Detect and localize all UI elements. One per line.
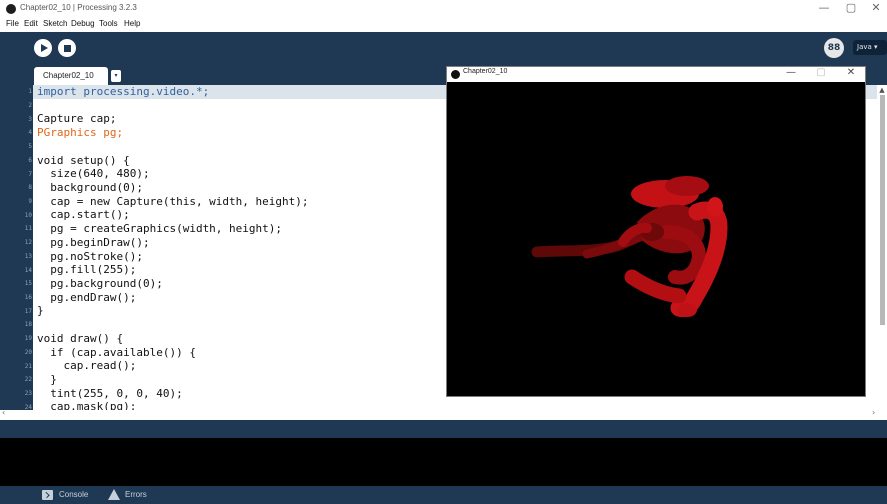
mode-selector[interactable]: Java ▾ [853,40,887,55]
line-number: 17 [24,308,32,315]
sketch-canvas[interactable] [447,82,865,396]
processing-app-icon [6,4,16,14]
code-line: void draw() { [37,332,124,345]
window-title-bar: Chapter02_10 | Processing 3.2.3 — ▢ ✕ [0,0,887,18]
scroll-right-icon[interactable]: › [872,408,875,417]
run-button[interactable] [34,39,52,57]
code-line: pg = createGraphics(width, height); [37,222,283,235]
line-number: 11 [24,225,32,232]
scroll-up-icon[interactable]: ▲ [877,86,887,94]
horizontal-scrollbar[interactable] [0,410,887,420]
code-line: cap.mask(pg); [37,400,137,410]
vertical-scroll-thumb[interactable] [880,95,885,325]
errors-tab[interactable]: Errors [125,486,147,504]
code-line: import processing.video.*; [37,85,210,98]
menu-help[interactable]: Help [124,19,140,28]
menu-file[interactable]: File [6,19,19,28]
line-number: 5 [28,143,32,150]
red-motion-trail [531,176,728,317]
line-number: 2 [28,102,32,109]
code-line: pg.background(0); [37,277,163,290]
console-output[interactable] [0,438,887,486]
scroll-left-icon[interactable]: ‹ [2,408,5,417]
line-number: 4 [28,129,32,136]
code-line: if (cap.available()) { [37,346,196,359]
code-line: void setup() { [37,154,130,167]
code-line: pg.noStroke(); [37,250,143,263]
maximize-icon[interactable]: ▢ [841,1,861,14]
debugger-button[interactable]: 88 [824,38,844,58]
minimize-icon[interactable]: — [814,1,834,14]
line-number: 19 [24,335,32,342]
console-tab[interactable]: Console [59,486,88,504]
line-number: 8 [28,184,32,191]
stop-button[interactable] [58,39,76,57]
code-line: size(640, 480); [37,167,150,180]
window-title: Chapter02_10 | Processing 3.2.3 [20,3,137,12]
warning-icon [108,489,120,500]
line-number: 6 [28,157,32,164]
code-line: pg.fill(255); [37,263,137,276]
line-number: 9 [28,198,32,205]
console-icon [42,490,53,500]
line-number: 20 [24,349,32,356]
code-line: } [37,304,44,317]
message-area [0,420,887,438]
code-line: } [37,373,57,386]
tab-menu-arrow-icon[interactable]: ▾ [111,70,121,82]
line-number: 3 [28,116,32,123]
line-number: 1 [28,88,32,95]
sketch-close-icon[interactable]: ✕ [842,67,860,78]
sketch-window-title: Chapter02_10 [463,68,508,75]
code-line: cap = new Capture(this, width, height); [37,195,309,208]
menu-debug[interactable]: Debug [71,19,95,28]
code-line: cap.start(); [37,208,130,221]
toolbar [0,32,887,67]
sketch-title-bar[interactable] [447,67,865,82]
menu-tools[interactable]: Tools [99,19,118,28]
sketch-app-icon [451,70,460,79]
menu-sketch[interactable]: Sketch [43,19,67,28]
close-icon[interactable]: ✕ [866,1,886,14]
line-number: 15 [24,280,32,287]
sketch-maximize-icon[interactable]: ▢ [812,67,830,78]
code-line: pg.beginDraw(); [37,236,150,249]
line-number: 16 [24,294,32,301]
line-number: 7 [28,171,32,178]
sketch-minimize-icon[interactable]: — [782,67,800,78]
menu-edit[interactable]: Edit [24,19,38,28]
line-number: 23 [24,390,32,397]
tab-chapter02-10[interactable]: Chapter02_10 [34,67,108,85]
code-line: cap.read(); [37,359,137,372]
code-line: background(0); [37,181,143,194]
line-number: 18 [24,321,32,328]
line-number: 10 [24,212,32,219]
menu-bar: File Edit Sketch Debug Tools Help [0,18,887,32]
code-line: pg.endDraw(); [37,291,137,304]
line-number: 13 [24,253,32,260]
code-line: tint(255, 0, 0, 40); [37,387,183,400]
code-line: PGraphics pg; [37,126,124,139]
line-number: 21 [24,363,32,370]
line-number: 14 [24,267,32,274]
code-line: Capture cap; [37,112,117,125]
line-number: 12 [24,239,32,246]
line-number: 22 [24,376,32,383]
